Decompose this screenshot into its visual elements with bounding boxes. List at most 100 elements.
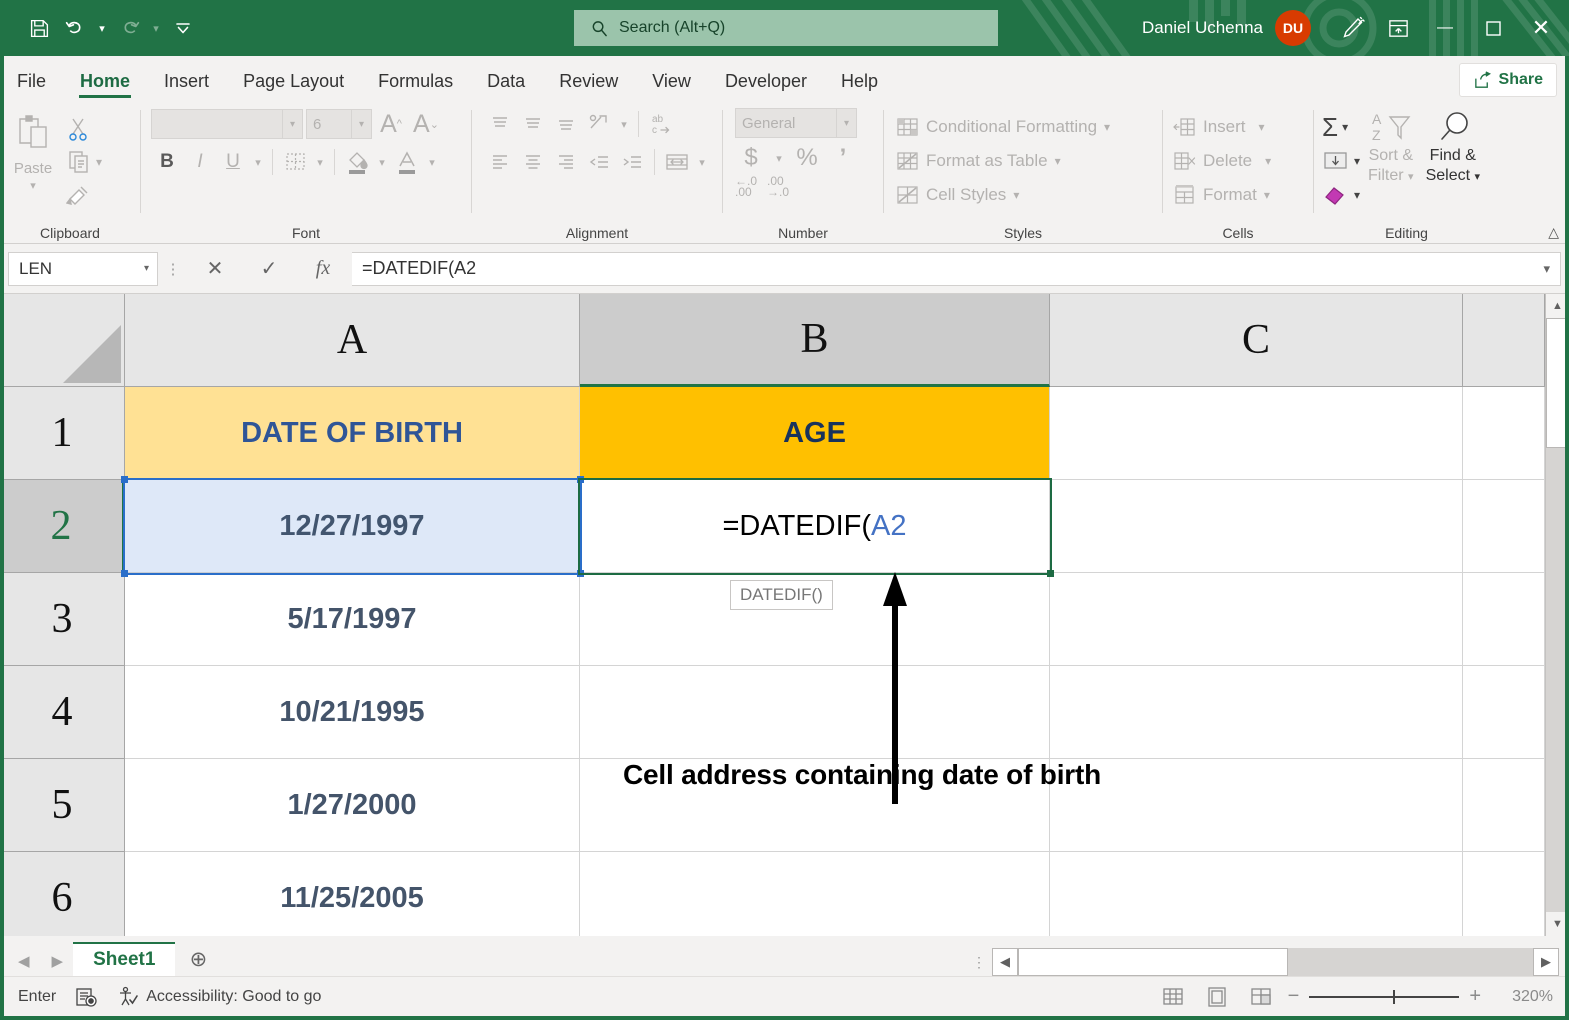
save-icon[interactable] (22, 11, 56, 45)
cell-B2[interactable]: =DATEDIF(A2 (580, 480, 1050, 573)
user-name[interactable]: Daniel Uchenna (1142, 18, 1263, 38)
sort-filter-caret-icon[interactable]: ▾ (1408, 171, 1414, 183)
cell-A2[interactable]: 12/27/1997 (125, 480, 580, 573)
cancel-icon[interactable]: ✕ (188, 252, 242, 286)
zoom-slider[interactable] (1309, 987, 1459, 1007)
fill-color-button[interactable] (341, 146, 373, 178)
align-center-button[interactable] (517, 146, 549, 178)
accounting-caret-icon[interactable]: ▾ (771, 142, 787, 174)
scissors-icon[interactable] (66, 116, 92, 142)
hscroll-left-arrow-icon[interactable]: ◀ (992, 948, 1018, 976)
align-right-button[interactable] (550, 146, 582, 178)
worksheet-grid[interactable]: A B C 1 2 3 4 5 6 DATE OF BIRTH AGE 12/2… (0, 294, 1569, 936)
page-layout-view-icon[interactable] (1200, 982, 1234, 1012)
format-as-table-caret-icon[interactable]: ▾ (1055, 154, 1061, 168)
align-bottom-button[interactable] (550, 108, 582, 140)
cell-A3[interactable]: 5/17/1997 (125, 573, 580, 666)
customize-qat-icon[interactable] (166, 11, 200, 45)
cell-B4[interactable] (580, 666, 1050, 759)
horizontal-scroll-thumb[interactable] (1018, 948, 1288, 976)
search-box[interactable]: Search (Alt+Q) (574, 10, 998, 46)
select-all-corner[interactable] (0, 294, 125, 387)
minimize-button[interactable]: — (1421, 0, 1469, 56)
cell-D3[interactable] (1463, 573, 1545, 666)
copy-icon[interactable] (66, 149, 92, 175)
percent-style-button[interactable]: % (791, 142, 823, 174)
redo-dropdown-caret-icon[interactable]: ▾ (148, 11, 164, 45)
record-macro-icon[interactable] (74, 985, 98, 1009)
font-name-caret-icon[interactable]: ▾ (282, 110, 302, 138)
copy-caret-icon[interactable]: ▾ (96, 155, 102, 169)
autosum-button[interactable]: Σ ▾ (1322, 110, 1360, 144)
conditional-formatting-caret-icon[interactable]: ▾ (1104, 120, 1110, 134)
tab-help[interactable]: Help (824, 60, 895, 102)
format-cells-button[interactable]: Format ▾ (1163, 178, 1270, 212)
tab-view[interactable]: View (635, 60, 708, 102)
grow-font-button[interactable]: A^ (375, 108, 407, 140)
font-size-caret-icon[interactable]: ▾ (351, 110, 371, 138)
cell-styles-caret-icon[interactable]: ▾ (1013, 188, 1019, 202)
paste-caret-icon[interactable]: ▾ (30, 179, 36, 192)
italic-button[interactable]: I (184, 146, 216, 178)
cell-B6[interactable] (580, 852, 1050, 936)
wrap-text-button[interactable]: ab c (645, 108, 677, 140)
row-header-2[interactable]: 2 (0, 480, 125, 573)
insert-cells-button[interactable]: Insert ▾ (1163, 110, 1265, 144)
share-button[interactable]: Share (1459, 63, 1557, 97)
decrease-indent-button[interactable] (583, 146, 615, 178)
cell-C4[interactable] (1050, 666, 1463, 759)
next-sheet-icon[interactable]: ▶ (52, 952, 64, 970)
formula-input[interactable]: =DATEDIF(A2 ▾ (352, 252, 1561, 286)
tab-page-layout[interactable]: Page Layout (226, 60, 361, 102)
undo-dropdown-caret-icon[interactable]: ▾ (94, 11, 110, 45)
conditional-formatting-button[interactable]: Conditional Formatting ▾ (884, 110, 1110, 144)
sheet-tab-sheet1[interactable]: Sheet1 (73, 942, 175, 976)
redo-icon[interactable] (112, 11, 146, 45)
tab-file[interactable]: File (0, 60, 63, 102)
cell-C1[interactable] (1050, 387, 1463, 480)
column-header-a[interactable]: A (125, 294, 580, 387)
cell-D2[interactable] (1463, 480, 1545, 573)
orientation-button[interactable] (583, 108, 615, 140)
row-header-4[interactable]: 4 (0, 666, 125, 759)
merge-center-caret-icon[interactable]: ▾ (694, 146, 710, 178)
format-cells-caret-icon[interactable]: ▾ (1264, 188, 1270, 202)
zoom-out-button[interactable]: − (1288, 985, 1300, 1008)
font-color-button[interactable] (391, 146, 423, 178)
row-header-3[interactable]: 3 (0, 573, 125, 666)
number-format-combo[interactable]: General ▾ (735, 108, 857, 138)
orientation-caret-icon[interactable]: ▾ (616, 108, 632, 140)
shrink-font-button[interactable]: A⌄ (410, 108, 442, 140)
maximize-button[interactable] (1469, 0, 1517, 56)
hscroll-grip[interactable]: ⋮ (966, 954, 992, 971)
hscroll-right-arrow-icon[interactable]: ▶ (1533, 948, 1559, 976)
row-header-6[interactable]: 6 (0, 852, 125, 936)
align-middle-button[interactable] (517, 108, 549, 140)
decrease-decimal-button[interactable]: ←.0.00 (735, 176, 757, 198)
row-header-5[interactable]: 5 (0, 759, 125, 852)
tab-review[interactable]: Review (542, 60, 635, 102)
borders-button[interactable] (279, 146, 311, 178)
cell-A1[interactable]: DATE OF BIRTH (125, 387, 580, 480)
borders-caret-icon[interactable]: ▾ (312, 146, 328, 178)
format-painter-icon[interactable] (66, 182, 92, 208)
number-format-caret-icon[interactable]: ▾ (836, 109, 856, 137)
align-top-button[interactable] (484, 108, 516, 140)
formula-bar-grip[interactable]: ⋮ (158, 260, 188, 278)
insert-cells-caret-icon[interactable]: ▾ (1259, 120, 1265, 134)
find-select-button[interactable]: Find & Select ▾ (1420, 108, 1484, 187)
close-button[interactable]: ✕ (1517, 0, 1565, 56)
tab-home[interactable]: Home (63, 60, 147, 102)
tab-insert[interactable]: Insert (147, 60, 226, 102)
undo-icon[interactable] (58, 11, 92, 45)
delete-cells-button[interactable]: Delete ▾ (1163, 144, 1271, 178)
accessibility-status[interactable]: Accessibility: Good to go (116, 986, 321, 1008)
cell-C3[interactable] (1050, 573, 1463, 666)
name-box[interactable]: LEN ▾ (8, 252, 158, 286)
tab-formulas[interactable]: Formulas (361, 60, 470, 102)
fx-icon[interactable]: fx (296, 252, 350, 286)
ribbon-display-options-icon[interactable] (1375, 8, 1421, 48)
increase-indent-button[interactable] (616, 146, 648, 178)
pen-icon[interactable] (1329, 8, 1375, 48)
format-as-table-button[interactable]: Format as Table ▾ (884, 144, 1061, 178)
